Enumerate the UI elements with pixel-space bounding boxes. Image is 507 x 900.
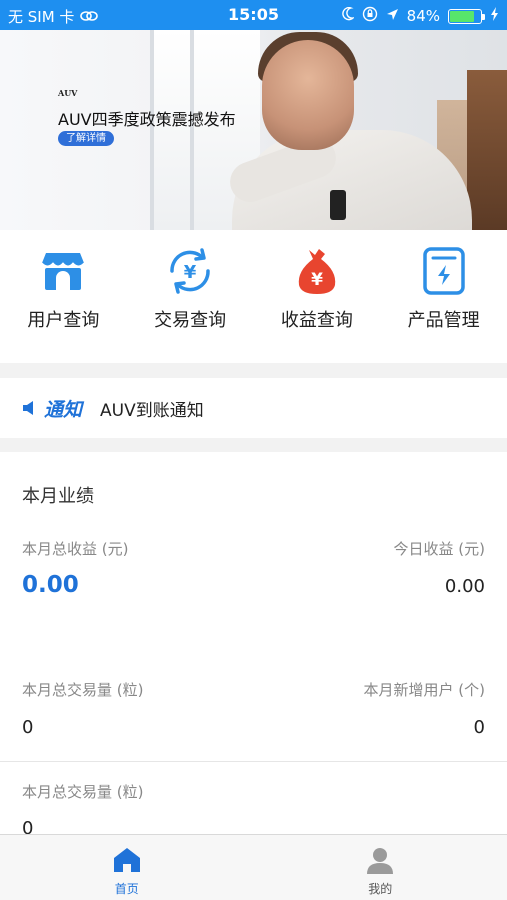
quick-actions: 用户查询 ¥ 交易查询 ¥ 收益查询 产品管理 bbox=[0, 230, 507, 363]
month-volume-value: 0 bbox=[22, 717, 34, 738]
month-income-label: 本月总收益 (元) bbox=[22, 540, 129, 558]
tab-home-label: 首页 bbox=[114, 882, 139, 896]
user-query-button[interactable]: 用户查询 bbox=[0, 230, 127, 363]
charging-icon bbox=[490, 7, 499, 25]
divider bbox=[0, 761, 507, 762]
device-card-icon bbox=[422, 247, 465, 295]
quick-label: 交易查询 bbox=[154, 310, 227, 331]
tab-bar: 首页 我的 bbox=[0, 834, 507, 900]
month-volume-label-2: 本月总交易量 (粒) bbox=[22, 783, 144, 801]
svg-text:¥: ¥ bbox=[311, 270, 323, 290]
yen-refresh-icon: ¥ bbox=[170, 248, 210, 294]
product-manage-button[interactable]: 产品管理 bbox=[380, 230, 507, 363]
banner-title: AUV四季度政策震撼发布 bbox=[58, 110, 236, 129]
month-volume-label: 本月总交易量 (粒) bbox=[22, 681, 144, 699]
learn-more-button[interactable]: 了解详情 bbox=[58, 131, 114, 146]
home-icon bbox=[113, 848, 140, 872]
performance-title: 本月业绩 bbox=[22, 486, 94, 507]
promo-banner[interactable]: AUV AUV四季度政策震撼发布 了解详情 bbox=[0, 30, 507, 230]
quick-label: 产品管理 bbox=[407, 310, 480, 331]
orientation-lock-icon bbox=[362, 6, 378, 26]
tab-home[interactable]: 首页 bbox=[0, 835, 254, 900]
month-new-users-label: 本月新增用户 (个) bbox=[363, 681, 485, 699]
month-new-users-value: 0 bbox=[473, 717, 485, 738]
moon-icon bbox=[341, 6, 355, 25]
today-income-value: 0.00 bbox=[444, 576, 485, 597]
month-income-value: 0.00 bbox=[22, 572, 79, 598]
tab-mine[interactable]: 我的 bbox=[254, 835, 507, 900]
money-bag-icon: ¥ bbox=[298, 249, 336, 294]
battery-icon bbox=[448, 8, 485, 24]
storefront-icon bbox=[42, 253, 85, 290]
notice-bar[interactable]: 通知 AUV到账通知 bbox=[0, 378, 507, 438]
quick-label: 收益查询 bbox=[280, 310, 353, 331]
banner-logo: AUV bbox=[58, 88, 78, 98]
tab-mine-label: 我的 bbox=[368, 882, 393, 896]
speaker-icon bbox=[23, 401, 33, 415]
transaction-query-button[interactable]: ¥ 交易查询 bbox=[127, 230, 254, 363]
today-income-label: 今日收益 (元) bbox=[393, 540, 485, 558]
user-icon bbox=[367, 848, 394, 874]
svg-text:¥: ¥ bbox=[184, 262, 197, 283]
notice-text[interactable]: AUV到账通知 bbox=[100, 396, 204, 421]
performance-panel: 本月业绩 本月总收益 (元) 今日收益 (元) 0.00 0.00 本月总交易量… bbox=[0, 452, 507, 839]
battery-percent: 84% bbox=[406, 7, 440, 25]
quick-label: 用户查询 bbox=[27, 310, 100, 331]
notice-brand-label: 通知 bbox=[44, 398, 83, 421]
location-arrow-icon bbox=[386, 7, 399, 25]
status-bar: 无 SIM 卡 15:05 84% bbox=[0, 0, 507, 30]
notice-brand: 通知 bbox=[22, 395, 82, 422]
income-query-button[interactable]: ¥ 收益查询 bbox=[254, 230, 381, 363]
